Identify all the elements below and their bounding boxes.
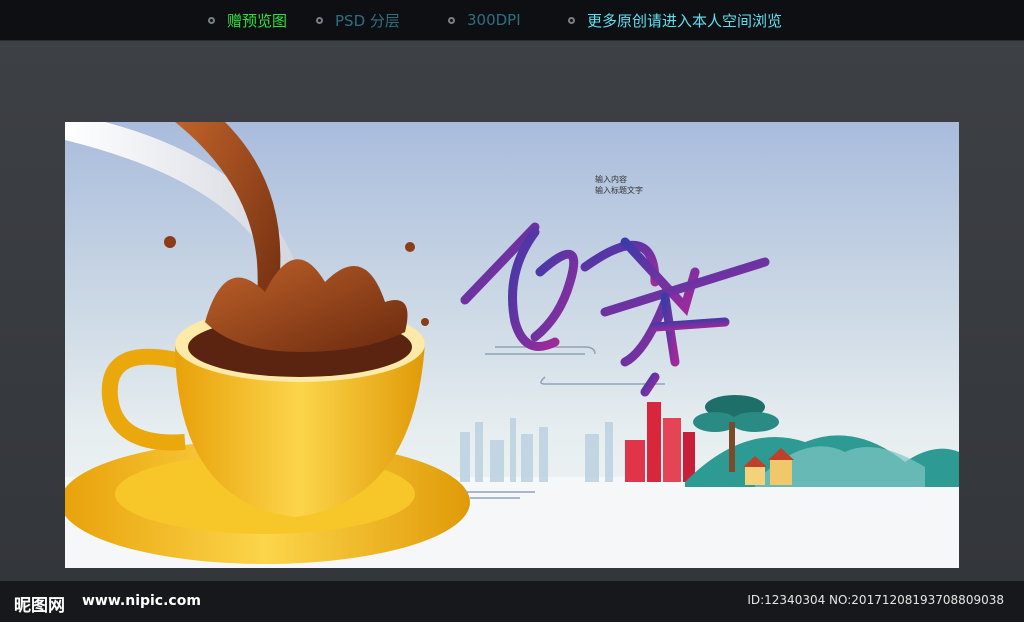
header-preview-label: 赠预览图 — [227, 11, 288, 30]
poster-text-line: 输入内容 — [595, 175, 627, 184]
bullet-icon — [448, 16, 455, 24]
site-logo[interactable]: 昵图网 — [14, 591, 65, 616]
header-item-dpi: 300DPI — [448, 10, 521, 30]
splash-drop — [421, 318, 429, 326]
title-calligraphy — [460, 222, 770, 397]
bullet-icon — [568, 16, 575, 24]
cup-handle — [101, 348, 187, 451]
poster-small-text: 输入内容 输入标题文字 — [595, 174, 643, 196]
header-item-psd: PSD 分层 — [316, 10, 400, 30]
splash-drop — [164, 236, 176, 248]
poster-image: 输入内容 输入标题文字 — [65, 122, 959, 568]
splash-drop — [405, 242, 415, 252]
red-buildings — [625, 402, 695, 482]
poster-text-line: 输入标题文字 — [595, 186, 643, 195]
top-banner: 赠预览图 PSD 分层 300DPI 更多原创请进入本人空间浏览 — [0, 0, 1024, 41]
bullet-icon — [208, 16, 215, 24]
site-url[interactable]: www.nipic.com — [82, 593, 201, 609]
header-item-preview: 赠预览图 — [208, 10, 287, 30]
header-psd-label: PSD 分层 — [335, 11, 400, 30]
header-more-link[interactable]: 更多原创请进入本人空间浏览 — [587, 10, 782, 31]
watermark-footer: 昵图网 www.nipic.com ID:12340304 NO:2017120… — [0, 581, 1024, 622]
image-id: ID:12340304 NO:20171208193708809038 — [747, 593, 1004, 607]
header-item-more[interactable]: 更多原创请进入本人空间浏览 — [568, 10, 782, 30]
city-skyline — [460, 418, 613, 482]
bullet-icon — [316, 16, 323, 24]
header-dpi-label: 300DPI — [467, 11, 521, 29]
tea-splash — [205, 259, 408, 352]
poster-artwork — [65, 122, 959, 568]
